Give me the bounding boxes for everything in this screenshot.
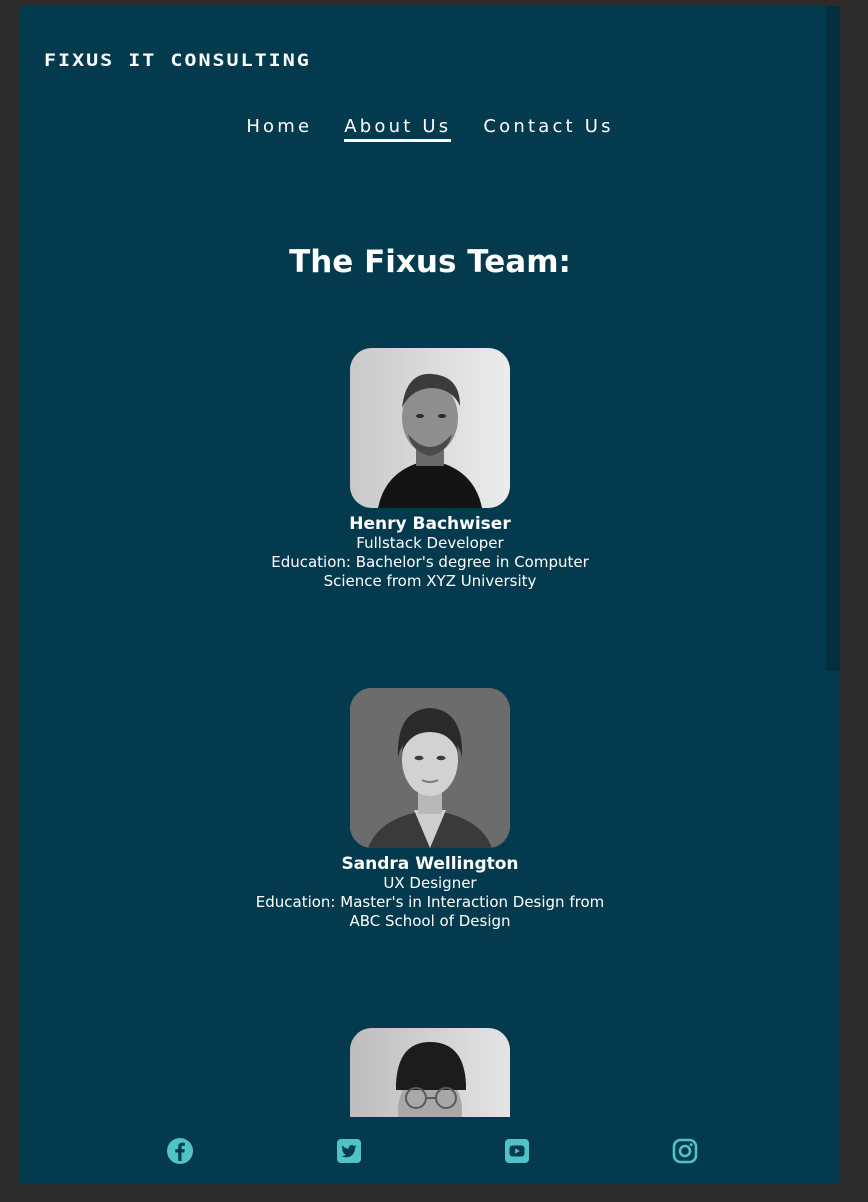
member-role: Fullstack Developer xyxy=(356,534,504,552)
page-frame: FIXUS IT CONSULTING Home About Us Contac… xyxy=(20,6,840,1184)
member-role: UX Designer xyxy=(383,874,477,892)
main-nav: Home About Us Contact Us xyxy=(20,116,840,142)
member-name: Henry Bachwiser xyxy=(349,514,511,534)
team-member-card: Sandra Wellington UX Designer Education:… xyxy=(20,688,840,931)
team-member-card: Henry Bachwiser Fullstack Developer Educ… xyxy=(20,348,840,591)
instagram-icon[interactable] xyxy=(671,1137,699,1165)
youtube-icon[interactable] xyxy=(503,1137,531,1165)
team-member-card xyxy=(20,1028,840,1117)
member-education: Education: Master's in Interaction Desig… xyxy=(255,893,605,930)
site-logo[interactable]: FIXUS IT CONSULTING xyxy=(44,50,311,70)
team-list: Henry Bachwiser Fullstack Developer Educ… xyxy=(20,348,840,1117)
nav-item-home[interactable]: Home xyxy=(246,116,312,142)
member-education: Education: Bachelor's degree in Computer… xyxy=(271,553,589,590)
page-title: The Fixus Team: xyxy=(289,244,571,280)
twitter-icon[interactable] xyxy=(335,1137,363,1165)
member-photo xyxy=(350,348,510,508)
footer xyxy=(20,1117,840,1184)
nav-item-about-us[interactable]: About Us xyxy=(344,116,452,142)
facebook-icon[interactable] xyxy=(166,1137,194,1165)
member-photo xyxy=(350,1028,510,1117)
nav-item-contact-us[interactable]: Contact Us xyxy=(483,116,613,142)
member-name: Sandra Wellington xyxy=(341,854,519,874)
member-photo xyxy=(350,688,510,848)
